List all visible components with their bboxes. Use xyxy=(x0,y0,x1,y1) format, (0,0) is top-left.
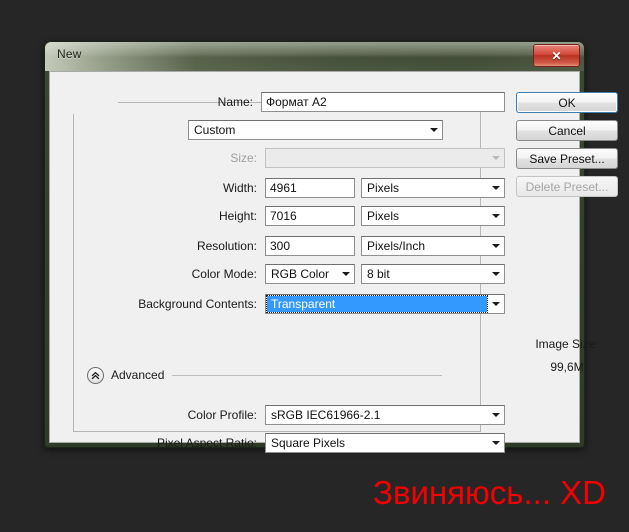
color-mode-value: RGB Color xyxy=(271,267,330,281)
color-profile-label: Color Profile: xyxy=(187,408,257,422)
image-size-label: Image Size: xyxy=(535,337,599,351)
image-size-value: 99,6M xyxy=(550,360,584,374)
save-preset-button[interactable]: Save Preset... xyxy=(516,148,618,169)
width-input[interactable] xyxy=(265,178,355,198)
pixel-aspect-ratio-value: Square Pixels xyxy=(271,436,346,450)
size-combo xyxy=(265,148,505,168)
width-unit-combo[interactable]: Pixels xyxy=(361,178,505,198)
height-input[interactable] xyxy=(265,206,355,226)
advanced-section-header[interactable]: Advanced xyxy=(87,365,442,385)
chevron-down-icon xyxy=(487,413,504,417)
chevron-down-icon xyxy=(337,272,354,276)
chevron-down-icon xyxy=(487,244,504,248)
height-unit-value: Pixels xyxy=(367,209,400,223)
window-title: New xyxy=(57,47,82,61)
name-input[interactable] xyxy=(261,92,505,112)
resolution-unit-value: Pixels/Inch xyxy=(367,239,426,253)
color-profile-value: sRGB IEC61966-2.1 xyxy=(271,408,381,422)
title-bar-gloss xyxy=(45,42,584,56)
preset-value: Custom xyxy=(194,123,236,137)
image-size-block: Image Size: 99,6M xyxy=(505,337,629,374)
advanced-label: Advanced xyxy=(111,368,165,382)
chevron-down-icon xyxy=(425,128,442,132)
cancel-button[interactable]: Cancel xyxy=(516,120,618,141)
color-mode-combo[interactable]: RGB Color xyxy=(265,264,355,284)
chevron-down-icon xyxy=(487,156,504,160)
color-mode-label: Color Mode: xyxy=(191,267,257,281)
chevron-down-icon xyxy=(487,302,504,306)
caption-text: Звиняюсь... XD xyxy=(373,474,606,511)
new-document-dialog: New ✕ Name: Preset: Custom Size: xyxy=(44,41,618,453)
title-bar[interactable]: New ✕ xyxy=(45,42,584,71)
chevron-double-up-icon[interactable] xyxy=(87,366,104,384)
resolution-input[interactable] xyxy=(265,236,355,256)
resolution-label: Resolution: xyxy=(196,239,257,253)
chevron-down-icon xyxy=(487,186,504,190)
dialog-client-area: Name: Preset: Custom Size: Width: Pixels xyxy=(49,71,618,453)
delete-preset-button: Delete Preset... xyxy=(516,176,618,197)
close-x-glyph: ✕ xyxy=(551,48,562,63)
color-depth-value: 8 bit xyxy=(367,267,390,281)
height-label: Height: xyxy=(218,209,257,223)
width-unit-value: Pixels xyxy=(367,181,400,195)
color-profile-combo[interactable]: sRGB IEC61966-2.1 xyxy=(265,405,505,425)
advanced-divider xyxy=(172,374,442,376)
pixel-aspect-ratio-combo[interactable]: Square Pixels xyxy=(265,433,505,453)
chevron-down-icon xyxy=(487,272,504,276)
close-icon[interactable]: ✕ xyxy=(533,44,580,67)
pixel-aspect-ratio-label: Pixel Aspect Ratio: xyxy=(156,436,257,450)
color-depth-combo[interactable]: 8 bit xyxy=(361,264,505,284)
ok-button[interactable]: OK xyxy=(516,92,618,113)
background-contents-label: Background Contents: xyxy=(138,297,257,311)
height-unit-combo[interactable]: Pixels xyxy=(361,206,505,226)
width-label: Width: xyxy=(222,181,257,195)
resolution-unit-combo[interactable]: Pixels/Inch xyxy=(361,236,505,256)
name-label: Name: xyxy=(217,95,253,109)
preset-combo[interactable]: Custom xyxy=(188,120,443,140)
chevron-down-icon xyxy=(487,214,504,218)
background-contents-combo[interactable]: Transparent xyxy=(265,294,505,314)
chevron-down-icon xyxy=(487,441,504,445)
size-label: Size: xyxy=(230,151,257,165)
background-contents-value: Transparent xyxy=(266,295,488,313)
